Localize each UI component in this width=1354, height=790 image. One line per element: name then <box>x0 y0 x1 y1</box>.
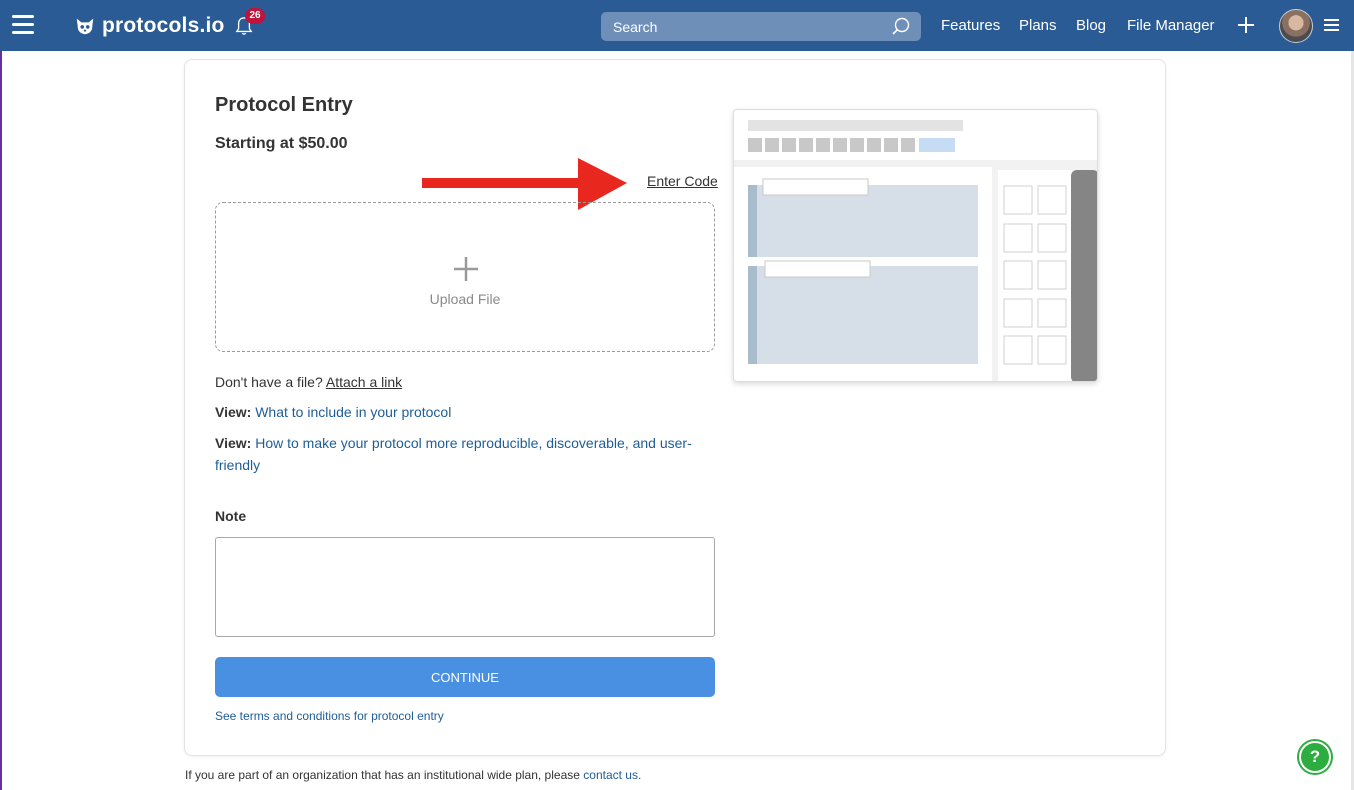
window-edge-left <box>0 51 2 790</box>
what-to-include-link[interactable]: What to include in your protocol <box>255 404 451 420</box>
add-plus-icon[interactable] <box>1236 15 1256 35</box>
account-menu-icon[interactable] <box>1324 19 1339 31</box>
view-row-2: View: How to make your protocol more rep… <box>215 432 705 476</box>
enter-code-link[interactable]: Enter Code <box>647 173 718 189</box>
view-prefix: View: <box>215 435 252 451</box>
top-nav-bar: protocols.io 26 Search Features Plans Bl… <box>0 0 1354 51</box>
continue-button[interactable]: CONTINUE <box>215 657 715 697</box>
contact-us-link[interactable]: contact us. <box>583 768 641 782</box>
protocol-preview-graphic <box>734 110 1097 381</box>
search-placeholder: Search <box>613 19 658 35</box>
help-question-icon[interactable]: ? <box>1299 741 1331 773</box>
search-icon[interactable] <box>891 17 911 37</box>
note-label: Note <box>215 508 247 524</box>
nav-blog-link[interactable]: Blog <box>1076 17 1106 34</box>
no-file-text: Don't have a file? <box>215 374 323 390</box>
search-box[interactable]: Search <box>601 12 921 41</box>
upload-plus-icon <box>454 257 478 281</box>
nav-features-link[interactable]: Features <box>941 17 1000 34</box>
view-prefix: View: <box>215 404 252 420</box>
page-title: Protocol Entry <box>215 94 353 116</box>
reproducible-guide-link[interactable]: How to make your protocol more reproduci… <box>215 435 692 473</box>
terms-link[interactable]: See terms and conditions for protocol en… <box>215 709 444 723</box>
upload-file-dropzone[interactable]: Upload File <box>215 202 715 352</box>
view-row-1: View: What to include in your protocol <box>215 401 451 423</box>
upload-file-label: Upload File <box>429 291 501 307</box>
brand-logo[interactable]: protocols.io <box>74 12 225 40</box>
user-avatar[interactable] <box>1279 9 1313 43</box>
protocol-preview-illustration <box>733 109 1098 382</box>
price-text: Starting at $50.00 <box>215 135 348 152</box>
hamburger-menu-icon[interactable] <box>12 15 34 35</box>
institutional-plan-text: If you are part of an organization that … <box>185 768 580 782</box>
brand-name: protocols.io <box>102 14 225 37</box>
attach-link[interactable]: Attach a link <box>326 374 402 390</box>
notification-count-badge: 26 <box>245 8 265 24</box>
note-textarea[interactable] <box>215 537 715 637</box>
institutional-plan-note: If you are part of an organization that … <box>185 768 641 782</box>
nav-plans-link[interactable]: Plans <box>1019 17 1057 34</box>
nav-file-manager-link[interactable]: File Manager <box>1127 17 1215 34</box>
attach-link-row: Don't have a file? Attach a link <box>215 371 402 393</box>
raccoon-logo-icon <box>76 18 94 35</box>
